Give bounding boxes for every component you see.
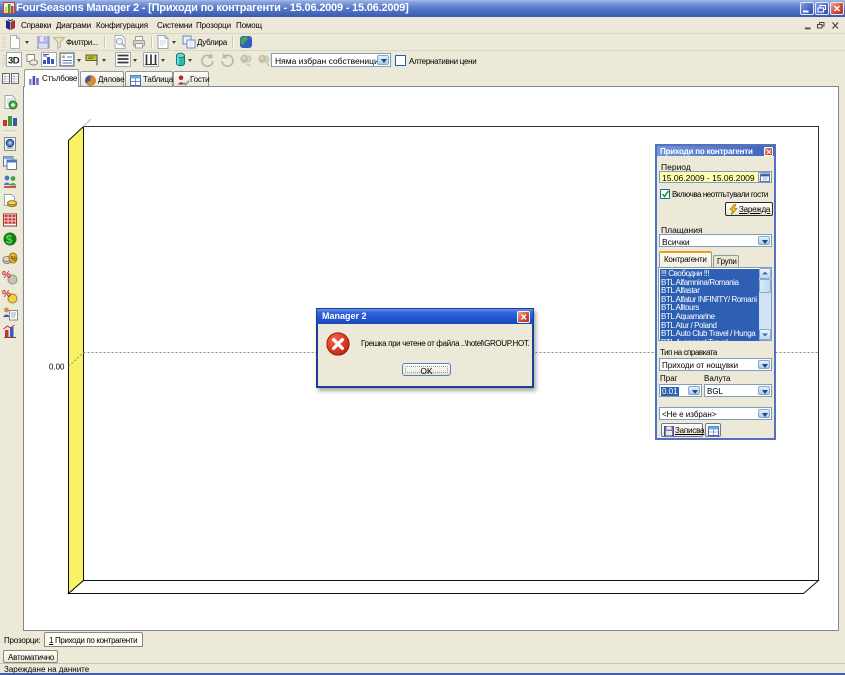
svg-text:0.00: 0.00 xyxy=(49,363,65,372)
svg-text:3D: 3D xyxy=(8,56,20,67)
svg-text:%: % xyxy=(2,289,11,300)
svg-text:%: % xyxy=(2,270,11,281)
svg-text:%: % xyxy=(11,256,18,263)
svg-text:$: $ xyxy=(6,233,13,247)
